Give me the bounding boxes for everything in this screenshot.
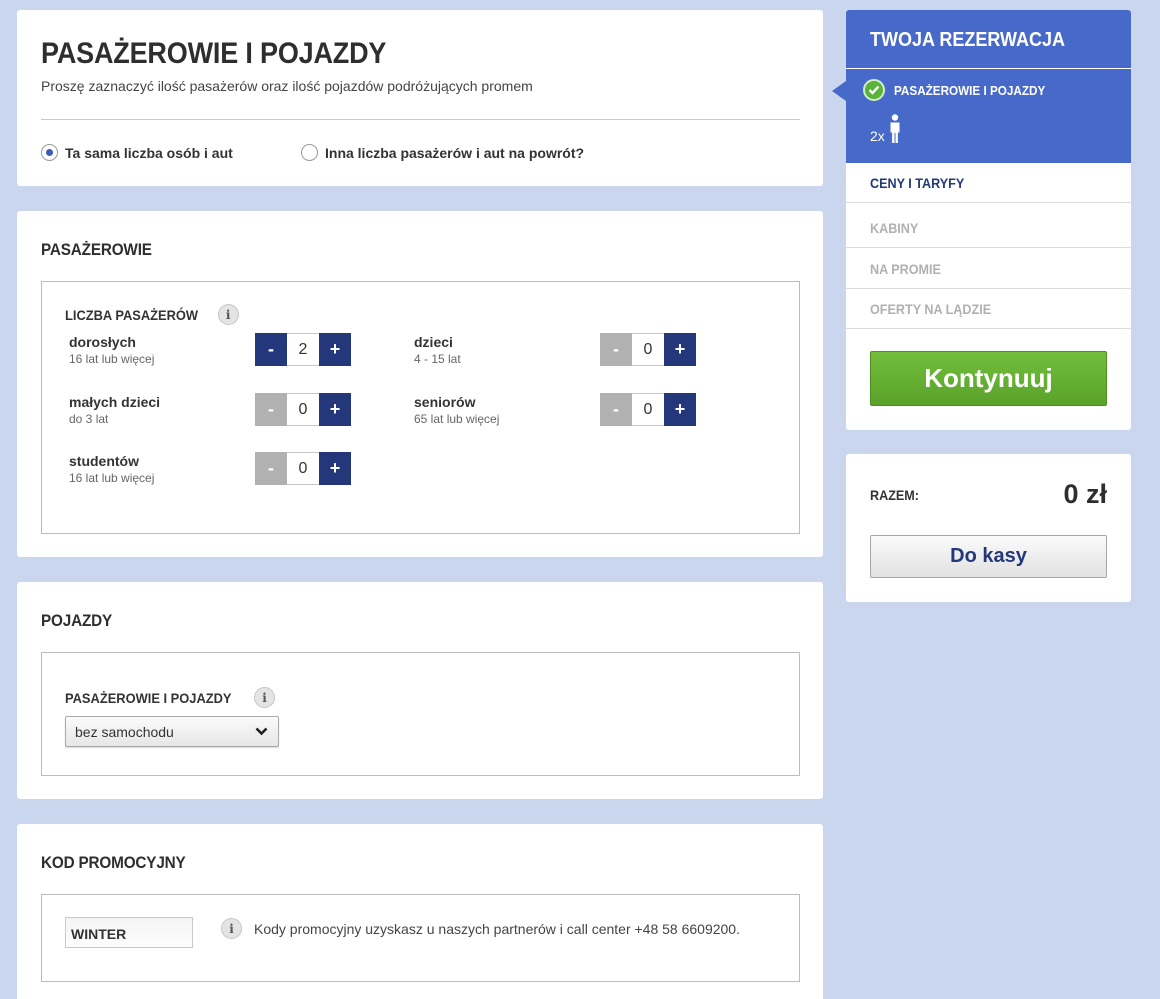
increment-button[interactable]: + bbox=[319, 333, 351, 366]
checkmark-icon bbox=[863, 79, 885, 101]
vehicles-box: PASAŻEROWIE I POJAZDY i bez samochodu bbox=[41, 652, 800, 776]
info-icon[interactable]: i bbox=[253, 687, 275, 708]
sidebar-step-label: OFERTY NA LĄDZIE bbox=[870, 300, 992, 317]
passenger-type-desc: 16 lat lub więcej bbox=[69, 352, 155, 366]
sidebar-header: TWOJA REZERWACJA bbox=[846, 10, 1131, 68]
infants-stepper: - 0 + bbox=[255, 393, 351, 426]
students-stepper: - 0 + bbox=[255, 452, 351, 485]
sidebar-step-prices[interactable]: CENY I TARYFY bbox=[846, 163, 1131, 203]
increment-button[interactable]: + bbox=[664, 333, 696, 366]
vehicles-heading: PASAŻEROWIE I POJAZDY i bbox=[65, 687, 275, 708]
passenger-type-name: dzieci bbox=[414, 334, 453, 350]
sidebar-step-label: KABINY bbox=[870, 219, 919, 236]
passenger-type-name: seniorów bbox=[414, 394, 476, 410]
promo-code-input[interactable]: WINTER bbox=[65, 917, 193, 948]
passenger-type-students: studentów 16 lat lub więcej bbox=[69, 453, 154, 485]
page-title: PASAŻEROWIE I POJAZDY bbox=[41, 37, 387, 70]
page-subtitle: Proszę zaznaczyć ilość pasażerów oraz il… bbox=[41, 78, 533, 94]
increment-button[interactable]: + bbox=[319, 393, 351, 426]
decrement-button[interactable]: - bbox=[255, 333, 287, 366]
quantity-value[interactable]: 0 bbox=[632, 393, 664, 426]
sidebar-step-active-label: PASAŻEROWIE I POJAZDY bbox=[894, 82, 1046, 98]
passenger-count-text: 2x bbox=[870, 128, 885, 144]
quantity-value[interactable]: 2 bbox=[287, 333, 319, 366]
sidebar-title: TWOJA REZERWACJA bbox=[870, 29, 1066, 51]
quantity-value[interactable]: 0 bbox=[632, 333, 664, 366]
promo-section-title: KOD PROMOCYJNY bbox=[41, 853, 186, 872]
increment-button[interactable]: + bbox=[319, 452, 351, 485]
total-card: RAZEM: 0 zł Do kasy bbox=[846, 454, 1131, 602]
chevron-down-icon bbox=[255, 727, 268, 736]
person-icon bbox=[890, 114, 900, 143]
passenger-type-name: studentów bbox=[69, 453, 139, 469]
increment-button[interactable]: + bbox=[664, 393, 696, 426]
radio-checked-icon[interactable] bbox=[41, 144, 58, 161]
passengers-box: LICZBA PASAŻERÓW i dorosłych 16 lat lub … bbox=[41, 281, 800, 534]
continue-button[interactable]: Kontynuuj bbox=[870, 351, 1107, 406]
seniors-stepper: - 0 + bbox=[600, 393, 696, 426]
radio-unchecked-icon[interactable] bbox=[301, 144, 318, 161]
sidebar-step-label: NA PROMIE bbox=[870, 260, 941, 277]
sidebar-step-onboard: NA PROMIE bbox=[846, 249, 1131, 289]
passengers-card: PASAŻEROWIE LICZBA PASAŻERÓW i dorosłych… bbox=[17, 211, 823, 557]
passengers-vehicles-header-card: PASAŻEROWIE I POJAZDY Proszę zaznaczyć i… bbox=[17, 10, 823, 186]
passenger-type-infants: małych dzieci do 3 lat bbox=[69, 394, 160, 426]
passenger-type-adults: dorosłych 16 lat lub więcej bbox=[69, 334, 154, 366]
passenger-type-desc: 65 lat lub więcej bbox=[414, 412, 500, 426]
vehicles-label: PASAŻEROWIE I POJAZDY bbox=[65, 689, 232, 706]
divider bbox=[41, 119, 800, 120]
promo-note-text: Kody promocyjny uzyskasz u naszych partn… bbox=[254, 920, 740, 937]
info-icon[interactable]: i bbox=[221, 918, 242, 939]
radio-different-return[interactable]: Inna liczba pasażerów i aut na powrót? bbox=[301, 144, 584, 161]
promo-note: i Kody promocyjny uzyskasz u naszych par… bbox=[221, 918, 740, 939]
passenger-type-name: dorosłych bbox=[69, 334, 136, 350]
decrement-button[interactable]: - bbox=[255, 393, 287, 426]
info-icon[interactable]: i bbox=[217, 304, 239, 325]
decrement-button[interactable]: - bbox=[600, 393, 632, 426]
passenger-count-label: LICZBA PASAŻERÓW bbox=[65, 306, 199, 323]
passenger-type-desc: do 3 lat bbox=[69, 412, 109, 426]
vehicles-section-title: POJAZDY bbox=[41, 611, 113, 630]
quantity-value[interactable]: 0 bbox=[287, 393, 319, 426]
reservation-sidebar: TWOJA REZERWACJA PASAŻEROWIE I POJAZDY 2… bbox=[832, 10, 1131, 430]
adults-stepper: - 2 + bbox=[255, 333, 351, 366]
radio-same-count-label: Ta sama liczba osób i aut bbox=[65, 144, 233, 161]
vehicle-select-value: bez samochodu bbox=[75, 723, 174, 740]
decrement-button[interactable]: - bbox=[600, 333, 632, 366]
decrement-button[interactable]: - bbox=[255, 452, 287, 485]
vehicles-card: POJAZDY PASAŻEROWIE I POJAZDY i bez samo… bbox=[17, 582, 823, 799]
radio-same-count[interactable]: Ta sama liczba osób i aut bbox=[41, 144, 233, 161]
passenger-type-desc: 16 lat lub więcej bbox=[69, 471, 155, 485]
passenger-type-children: dzieci 4 - 15 lat bbox=[414, 334, 461, 366]
promo-code-card: KOD PROMOCYJNY WINTER i Kody promocyjny … bbox=[17, 824, 823, 999]
promo-box: WINTER i Kody promocyjny uzyskasz u nasz… bbox=[41, 894, 800, 982]
vehicle-select[interactable]: bez samochodu bbox=[65, 716, 279, 747]
passenger-type-desc: 4 - 15 lat bbox=[414, 352, 461, 366]
total-label: RAZEM: bbox=[870, 487, 919, 503]
passenger-count-heading: LICZBA PASAŻERÓW i bbox=[65, 304, 239, 325]
checkout-button[interactable]: Do kasy bbox=[870, 535, 1107, 578]
total-value: 0 zł bbox=[1063, 479, 1107, 509]
sidebar-step-label: CENY I TARYFY bbox=[870, 174, 965, 191]
sidebar-step-land-offers: OFERTY NA LĄDZIE bbox=[846, 289, 1131, 329]
sidebar-step-cabins: KABINY bbox=[846, 208, 1131, 248]
quantity-value[interactable]: 0 bbox=[287, 452, 319, 485]
sidebar-step-active[interactable]: PASAŻEROWIE I POJAZDY 2x bbox=[832, 69, 1131, 163]
radio-different-return-label: Inna liczba pasażerów i aut na powrót? bbox=[325, 144, 585, 161]
passengers-section-title: PASAŻEROWIE bbox=[41, 240, 152, 259]
passenger-type-seniors: seniorów 65 lat lub więcej bbox=[414, 394, 499, 426]
passenger-type-name: małych dzieci bbox=[69, 394, 161, 410]
children-stepper: - 0 + bbox=[600, 333, 696, 366]
sidebar-passenger-count: 2x bbox=[870, 114, 902, 144]
sidebar-step-active-row: PASAŻEROWIE I POJAZDY bbox=[863, 79, 1062, 101]
